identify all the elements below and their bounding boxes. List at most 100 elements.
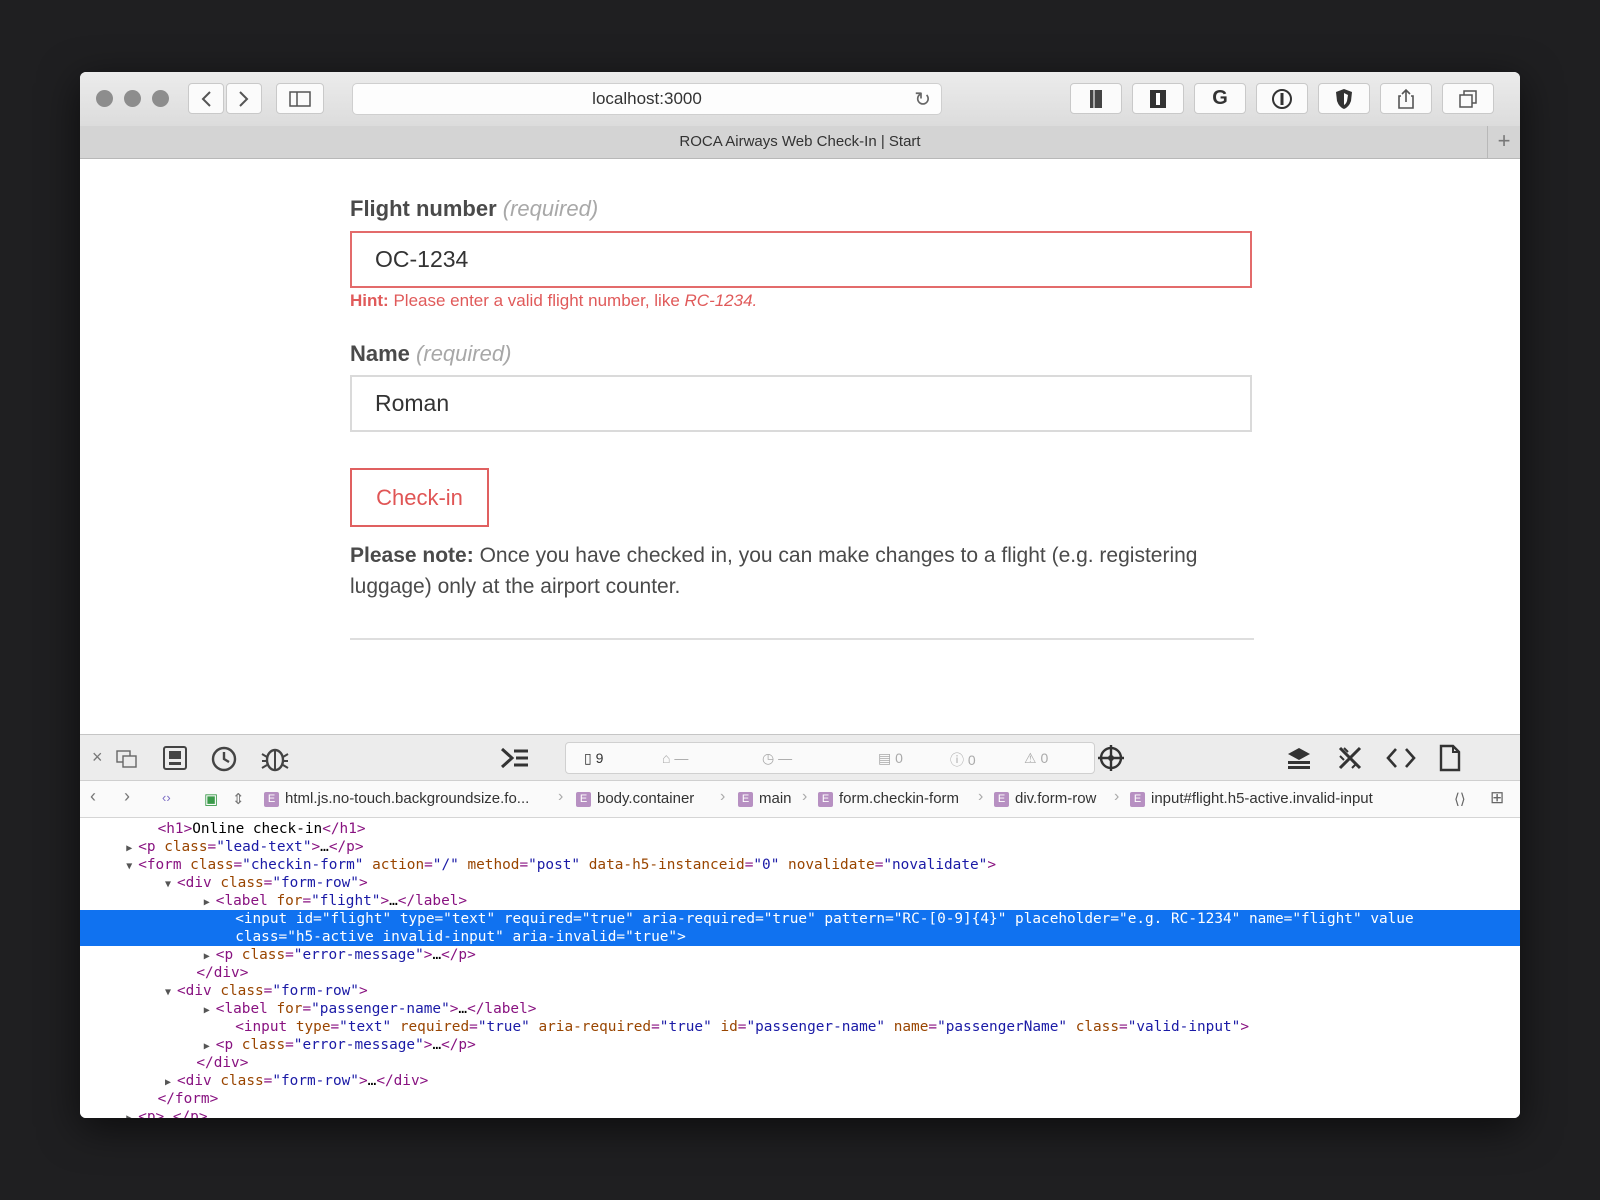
dom-token: action: [372, 857, 425, 873]
dom-node[interactable]: ▶ <p class="error-message">…</p>: [80, 1036, 1520, 1054]
dom-node[interactable]: ▶ <label for="passenger-name">…</label>: [80, 1000, 1520, 1018]
tools-icon[interactable]: [1336, 744, 1364, 772]
dom-token: "passenger-name": [746, 1019, 894, 1035]
extension-1password-button[interactable]: [1256, 83, 1308, 114]
passenger-name-input[interactable]: Roman: [350, 375, 1252, 432]
show-tabs-button[interactable]: [1442, 83, 1494, 114]
dom-token: name: [893, 1019, 929, 1035]
dom-node[interactable]: <h1>Online check-in</h1>: [80, 820, 1520, 838]
dom-token: "e.g. RC-1234": [1119, 911, 1249, 927]
dom-token: "true": [477, 1019, 539, 1035]
frame-icon[interactable]: ▣: [204, 790, 218, 808]
code-brackets-icon[interactable]: [1386, 746, 1416, 770]
dom-node[interactable]: <input type="text" required="true" aria-…: [80, 1018, 1520, 1036]
flight-number-label-text: Flight number: [350, 196, 497, 221]
dom-token: …: [432, 947, 442, 963]
dom-node[interactable]: ▼ <div class="form-row">: [80, 982, 1520, 1000]
flight-number-input[interactable]: OC-1234: [350, 231, 1252, 288]
dom-token: "checkin-form": [242, 857, 373, 873]
new-tab-button[interactable]: +: [1487, 126, 1520, 158]
dom-token: "passenger-name": [311, 1001, 450, 1017]
console-icon[interactable]: [500, 746, 530, 770]
dom-node[interactable]: </div>: [80, 964, 1520, 982]
breadcrumb-forward-icon[interactable]: ›: [124, 786, 130, 807]
dom-node[interactable]: ▶ <p class="error-message">…</p>: [80, 946, 1520, 964]
dom-tree-icon[interactable]: ‹›: [162, 790, 171, 805]
dom-node[interactable]: ▶ <div class="form-row">…</div>: [80, 1072, 1520, 1090]
dom-node[interactable]: </div>: [80, 1054, 1520, 1072]
dom-token: "form-row": [272, 875, 359, 891]
dom-node[interactable]: ▶ <label for="flight">…</label>: [80, 892, 1520, 910]
warnings-count: ⚠ 0: [1024, 750, 1049, 766]
dom-token: "text": [339, 1019, 400, 1035]
dom-token: >: [1240, 1019, 1249, 1035]
breadcrumb-form[interactable]: Eform.checkin-form: [818, 790, 959, 807]
dom-node[interactable]: ▼ <form class="checkin-form" action="/" m…: [80, 856, 1520, 874]
errors-count-value: 0: [967, 752, 976, 768]
dom-token: novalidate: [788, 857, 875, 873]
sidebar-icon: [289, 90, 311, 107]
dom-node-selected[interactable]: <input id="flight" type="text" required=…: [80, 910, 1520, 946]
minimize-window-button[interactable]: [124, 90, 141, 107]
sidebar-toggle-button[interactable]: [276, 83, 324, 114]
hint-label: Hint:: [350, 291, 389, 310]
extension-google-button[interactable]: G: [1194, 83, 1246, 114]
dom-tree[interactable]: <h1>Online check-in</h1> ▶ <p class="lead-…: [80, 818, 1520, 1118]
debugger-icon[interactable]: [260, 744, 290, 772]
dom-toggle-icon[interactable]: ⟨⟩: [1454, 790, 1466, 808]
dom-token: </h1>: [322, 821, 366, 837]
disclosure-collapsed-icon[interactable]: ▶: [126, 1110, 138, 1118]
dashboard-panel[interactable]: ▯ 9 ⌂ — ◷ — ▤ 0 ⓘ 0 ⚠ 0: [565, 742, 1095, 774]
close-inspector-icon[interactable]: ×: [92, 742, 103, 772]
dom-token: "flight": [1292, 911, 1371, 927]
layers-icon[interactable]: [1286, 746, 1312, 770]
forward-button[interactable]: [226, 83, 262, 114]
extension-instapaper-button[interactable]: [1132, 83, 1184, 114]
dom-node[interactable]: ▶<p>…</p>: [80, 1108, 1520, 1118]
dom-token: >: [311, 839, 321, 855]
breadcrumb-html[interactable]: Ehtml.js.no-touch.backgroundsize.fo...: [264, 790, 529, 807]
timeline-icon[interactable]: [210, 744, 238, 772]
frame-selector-icon[interactable]: ⇕: [232, 790, 245, 808]
dom-token: >: [380, 893, 390, 909]
dom-node[interactable]: </form>: [80, 1090, 1520, 1108]
tab-active[interactable]: ROCA Airways Web Check-In | Start: [679, 133, 920, 150]
zoom-window-button[interactable]: [152, 90, 169, 107]
breadcrumb-input[interactable]: Einput#flight.h5-active.invalid-input: [1130, 790, 1373, 807]
dom-token: <input: [235, 911, 296, 927]
extension-book-button[interactable]: [1070, 83, 1122, 114]
close-window-button[interactable]: [96, 90, 113, 107]
dom-node[interactable]: ▶ <p class="lead-text">…</p>: [80, 838, 1520, 856]
breadcrumb-separator-icon: ›: [1114, 788, 1120, 805]
share-button[interactable]: [1380, 83, 1432, 114]
dock-icon[interactable]: [116, 750, 138, 768]
checkin-button[interactable]: Check-in: [350, 468, 489, 527]
extension-ublock-button[interactable]: [1318, 83, 1370, 114]
dom-node[interactable]: ▼ <div class="form-row">: [80, 874, 1520, 892]
dom-token: "0": [753, 857, 789, 873]
address-bar[interactable]: localhost:3000 ↻: [352, 83, 942, 115]
load-time-indicator: ◷ —: [762, 750, 793, 766]
back-button[interactable]: [188, 83, 224, 114]
document-icon[interactable]: [1438, 744, 1462, 772]
note-label: Please note:: [350, 544, 474, 567]
dom-token: "true": [581, 911, 643, 927]
flight-hint: Hint: Please enter a valid flight number…: [350, 291, 757, 311]
dom-token: id: [720, 1019, 738, 1035]
dom-token: required: [399, 1019, 470, 1035]
dom-token: =: [302, 893, 312, 909]
dom-token: >: [677, 929, 686, 945]
dom-token: <div: [177, 1073, 221, 1089]
dom-token: value: [1370, 911, 1414, 927]
resources-icon[interactable]: [162, 745, 188, 771]
breadcrumb-div[interactable]: Ediv.form-row: [994, 790, 1096, 807]
details-sidebar-icon[interactable]: ⊞: [1490, 788, 1504, 808]
dom-token: …: [458, 1001, 468, 1017]
breadcrumb-main[interactable]: Emain: [738, 790, 792, 807]
reload-icon[interactable]: ↻: [914, 87, 931, 112]
crosshair-icon[interactable]: [1096, 743, 1126, 773]
breadcrumb-back-icon[interactable]: ‹: [90, 786, 96, 807]
breadcrumb-body[interactable]: Ebody.container: [576, 790, 694, 807]
dom-token: <p: [138, 839, 165, 855]
dom-token: "form-row": [272, 983, 359, 999]
